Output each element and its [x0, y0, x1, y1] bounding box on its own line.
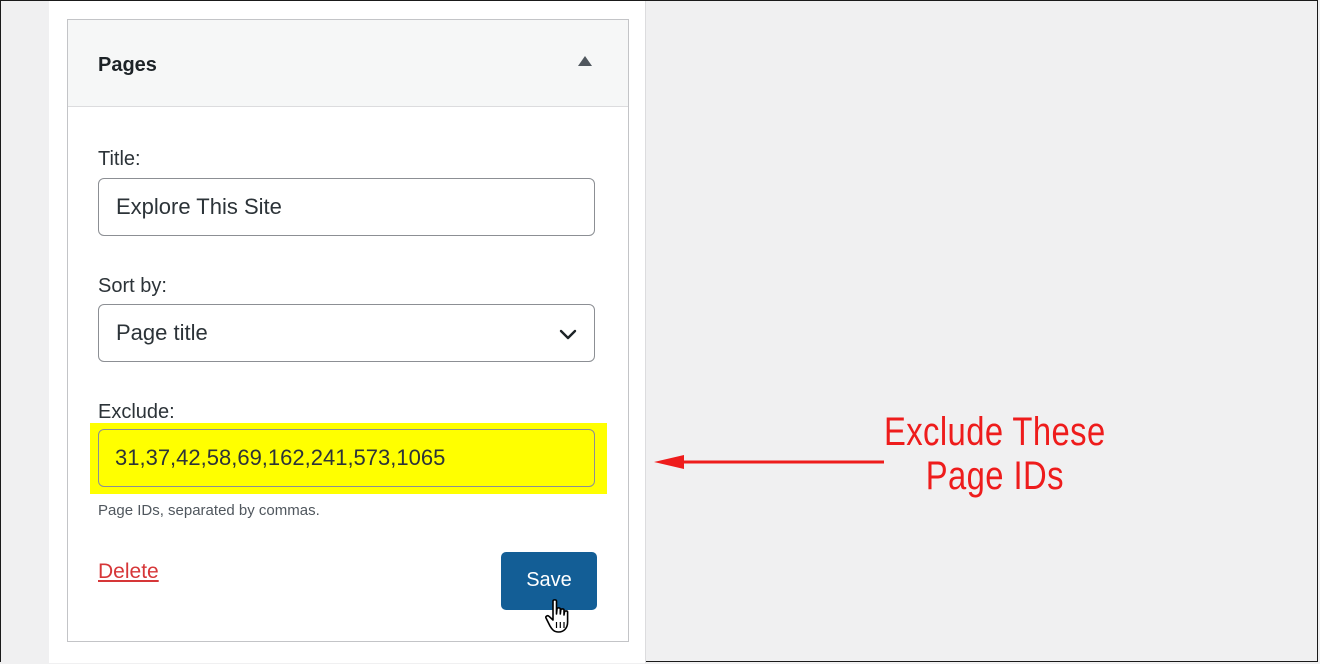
left-gutter [1, 1, 49, 662]
title-label: Title: [98, 148, 141, 170]
exclude-label: Exclude: [98, 401, 175, 423]
annotation-text: Exclude These Page IDs [880, 410, 1110, 498]
title-input[interactable] [99, 179, 594, 235]
exclude-help-text: Page IDs, separated by commas. [98, 502, 320, 519]
annotation-line-1: Exclude These [883, 410, 1106, 454]
annotation-arrow [654, 455, 884, 469]
exclude-field[interactable] [98, 429, 595, 487]
hand-pointer-icon [545, 599, 569, 633]
sort-by-value: Page title [116, 320, 208, 345]
sort-by-label: Sort by: [98, 275, 167, 297]
widget-header[interactable]: Pages [68, 20, 628, 107]
exclude-input[interactable] [99, 430, 594, 486]
triangle-up-icon[interactable] [578, 56, 592, 66]
widget-title: Pages [98, 54, 157, 76]
sort-by-select[interactable]: Page title [98, 304, 595, 362]
annotation-line-2: Page IDs [925, 454, 1064, 498]
title-field[interactable] [98, 178, 595, 236]
delete-link[interactable]: Delete [98, 560, 159, 584]
pages-widget: Pages Title: Sort by: Page title Exclude… [67, 19, 629, 642]
chevron-down-icon [559, 329, 577, 340]
